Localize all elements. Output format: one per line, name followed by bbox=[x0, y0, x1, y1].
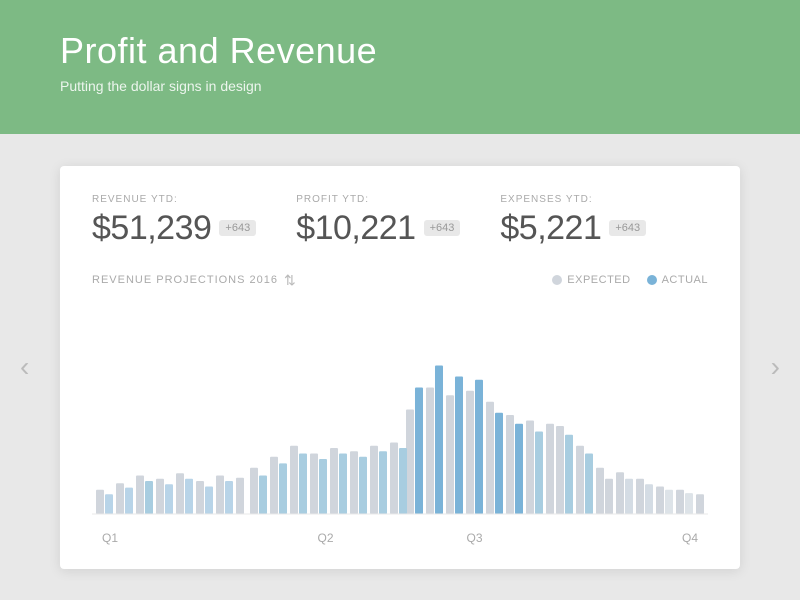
nav-arrow-left[interactable]: ‹ bbox=[10, 341, 39, 393]
profit-value: $10,221 bbox=[296, 209, 415, 248]
actual-label: ACTUAL bbox=[662, 274, 708, 286]
bar-chart bbox=[92, 305, 708, 525]
filter-icon[interactable]: ⇅ bbox=[284, 272, 296, 289]
expenses-value-row: $5,221 +643 bbox=[500, 209, 646, 248]
expected-label: EXPECTED bbox=[567, 274, 630, 286]
chart-title-row: REVENUE PROJECTIONS 2016 ⇅ bbox=[92, 272, 296, 289]
legend-actual: ACTUAL bbox=[647, 274, 708, 286]
revenue-label: REVENUE YTD: bbox=[92, 194, 256, 205]
chart-area bbox=[92, 305, 708, 525]
q2-label: Q2 bbox=[251, 531, 400, 545]
metrics-row: REVENUE YTD: $51,239 +643 PROFIT YTD: $1… bbox=[92, 194, 708, 248]
dashboard-card: REVENUE YTD: $51,239 +643 PROFIT YTD: $1… bbox=[60, 166, 740, 569]
q4-label: Q4 bbox=[549, 531, 698, 545]
profit-label: PROFIT YTD: bbox=[296, 194, 460, 205]
header-section: Profit and Revenue Putting the dollar si… bbox=[0, 0, 800, 134]
page-title: Profit and Revenue bbox=[60, 30, 740, 72]
profit-badge: +643 bbox=[424, 220, 461, 236]
metric-revenue: REVENUE YTD: $51,239 +643 bbox=[92, 194, 256, 248]
expenses-label: EXPENSES YTD: bbox=[500, 194, 646, 205]
profit-value-row: $10,221 +643 bbox=[296, 209, 460, 248]
content-area: ‹ REVENUE YTD: $51,239 +643 PROFIT YTD: … bbox=[0, 134, 800, 600]
revenue-value-row: $51,239 +643 bbox=[92, 209, 256, 248]
chart-title: REVENUE PROJECTIONS 2016 bbox=[92, 274, 278, 286]
chart-legend: EXPECTED ACTUAL bbox=[552, 274, 708, 286]
metric-profit: PROFIT YTD: $10,221 +643 bbox=[296, 194, 460, 248]
legend-expected: EXPECTED bbox=[552, 274, 630, 286]
chart-header: REVENUE PROJECTIONS 2016 ⇅ EXPECTED ACTU… bbox=[92, 272, 708, 289]
page-subtitle: Putting the dollar signs in design bbox=[60, 78, 740, 94]
expected-dot bbox=[552, 275, 562, 285]
quarter-labels: Q1 Q2 Q3 Q4 bbox=[92, 531, 708, 545]
q1-label: Q1 bbox=[102, 531, 251, 545]
q3-label: Q3 bbox=[400, 531, 549, 545]
revenue-badge: +643 bbox=[219, 220, 256, 236]
expenses-value: $5,221 bbox=[500, 209, 601, 248]
nav-arrow-right[interactable]: › bbox=[761, 341, 790, 393]
actual-dot bbox=[647, 275, 657, 285]
revenue-value: $51,239 bbox=[92, 209, 211, 248]
metric-expenses: EXPENSES YTD: $5,221 +643 bbox=[500, 194, 646, 248]
expenses-badge: +643 bbox=[609, 220, 646, 236]
